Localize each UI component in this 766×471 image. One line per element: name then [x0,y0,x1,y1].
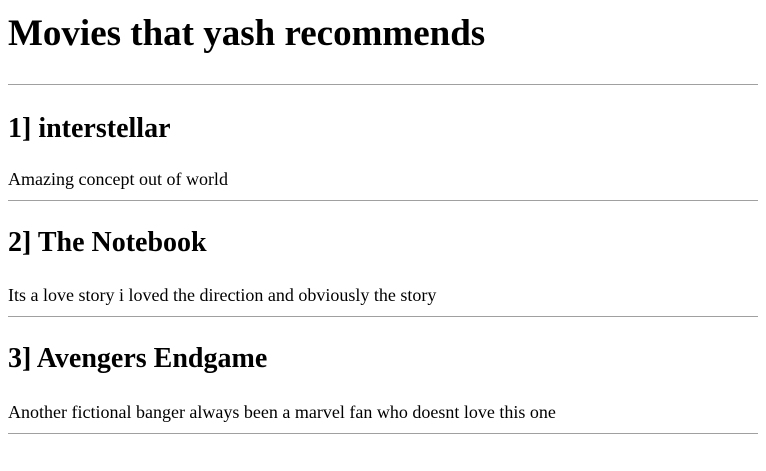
movie-description: Amazing concept out of world [8,169,228,189]
movie-divider [8,433,758,434]
movie-entry: 1] interstellar Amazing concept out of w… [8,85,758,201]
movie-heading: 1] interstellar [8,113,171,144]
movie-description: Its a love story i loved the direction a… [8,285,437,305]
movie-description: Another fictional banger always been a m… [8,402,556,422]
movie-entry: 3] Avengers Endgame Another fictional ba… [8,317,758,434]
movie-heading: 2] The Notebook [8,227,207,258]
page-content: Movies that yash recommends 1] interstel… [0,0,766,434]
movie-heading: 3] Avengers Endgame [8,343,268,374]
page-title: Movies that yash recommends [8,13,486,54]
movie-entry: 2] The Notebook Its a love story i loved… [8,201,758,317]
